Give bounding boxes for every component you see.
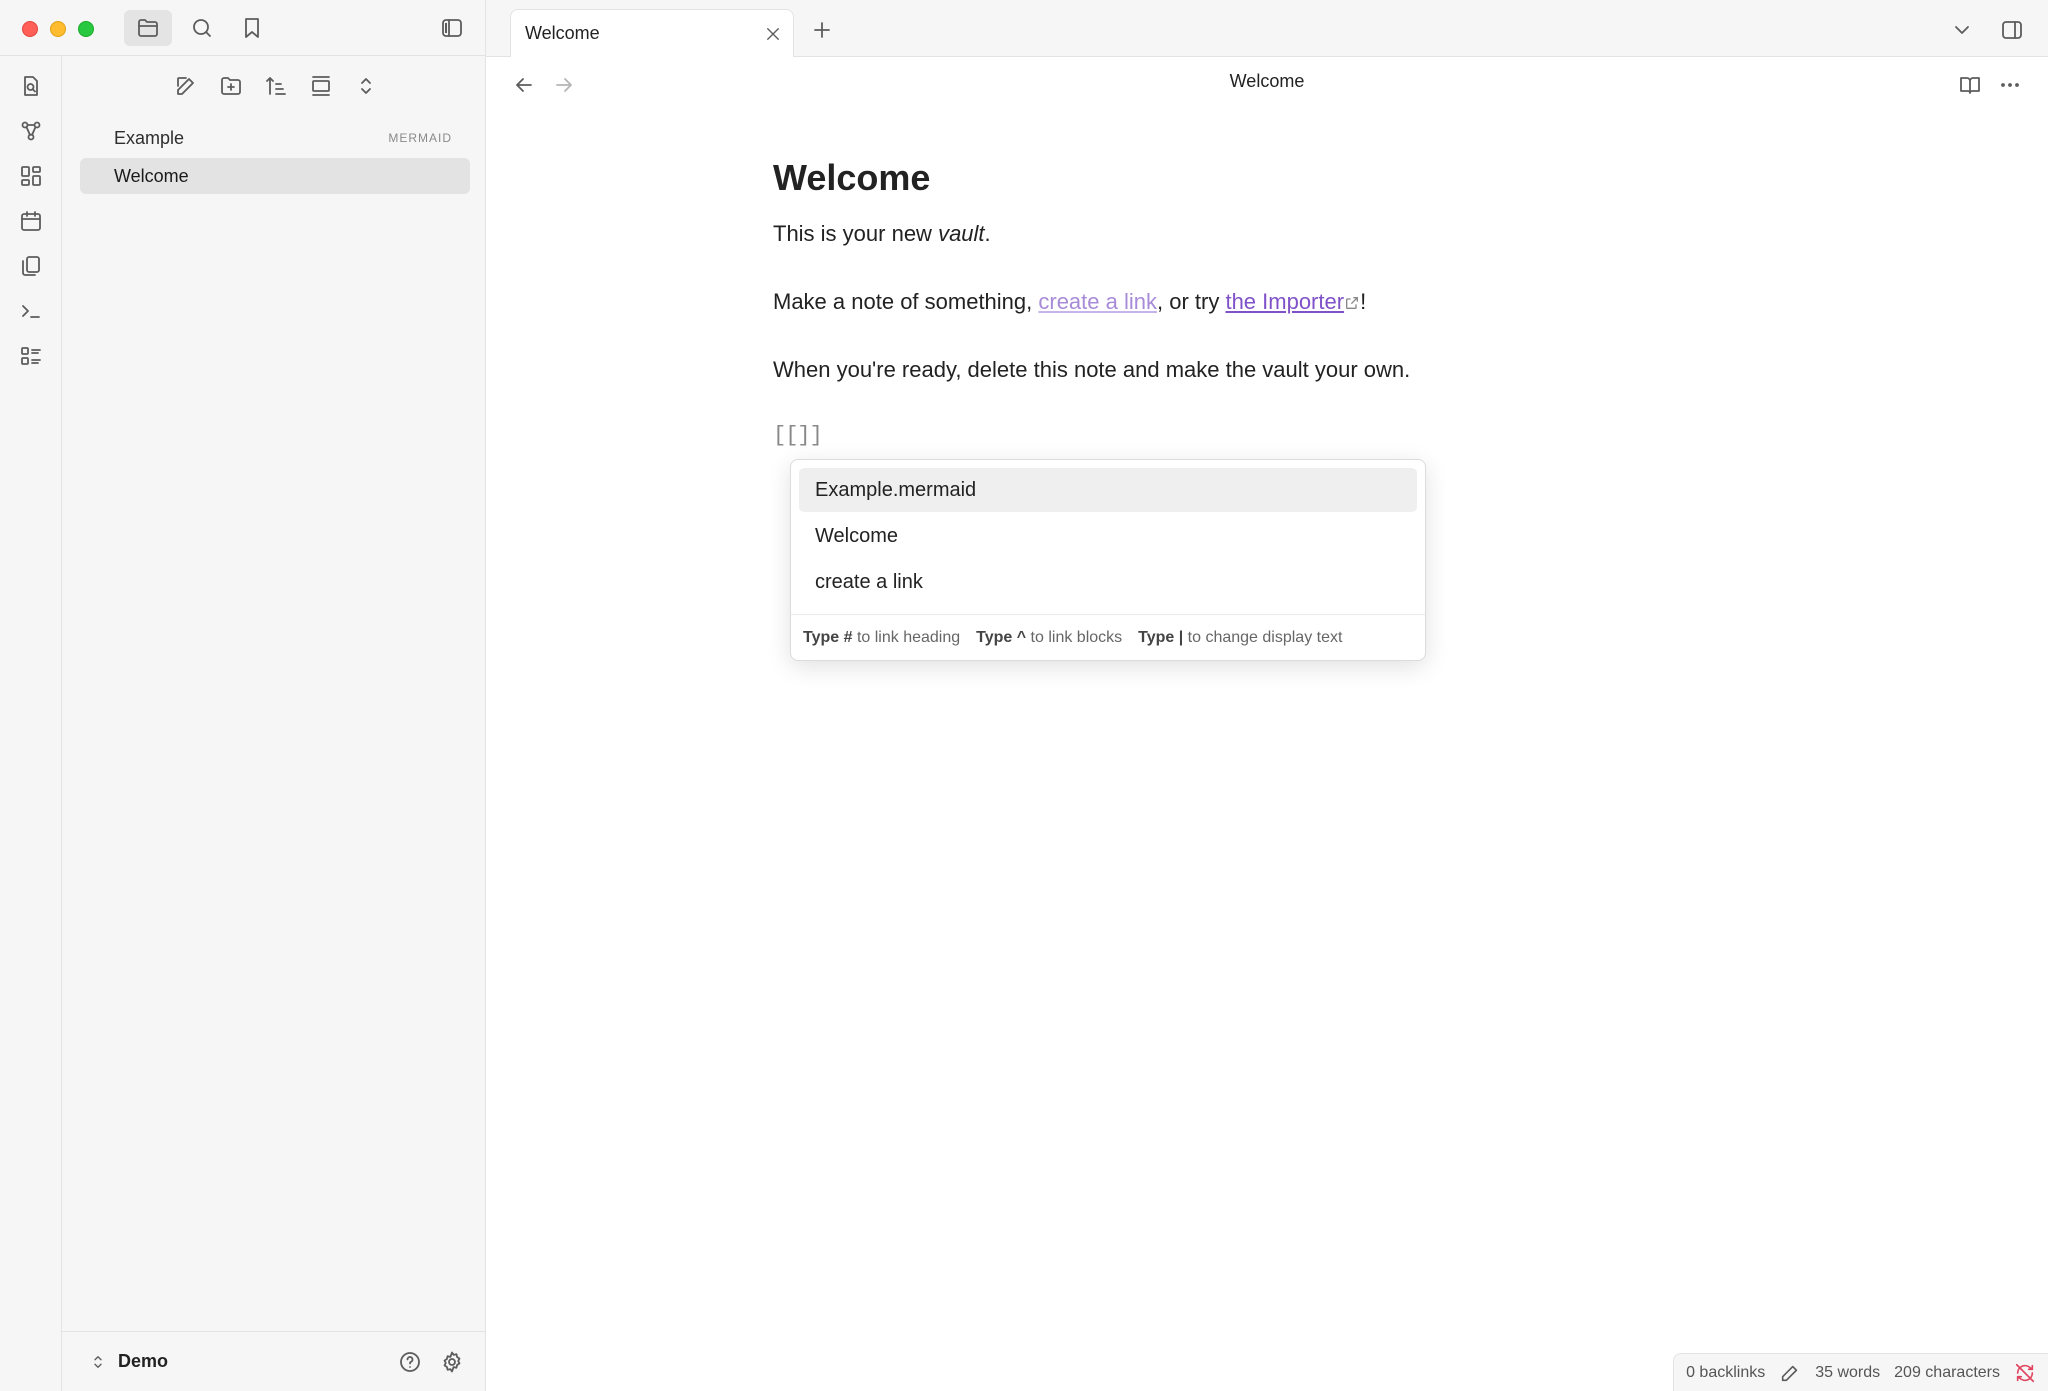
sidebar-titlebar (0, 0, 486, 56)
minimize-window-button[interactable] (50, 21, 66, 37)
sort-icon[interactable] (258, 70, 294, 102)
command-palette-icon[interactable] (15, 295, 47, 327)
vault-switcher-icon[interactable] (84, 1348, 112, 1376)
status-bar: 0 backlinks 35 words 209 characters (1673, 1353, 2048, 1391)
instruction-display-text: Type | to change display text (1138, 628, 1343, 646)
paragraph-2: Make a note of something, create a link,… (773, 289, 1367, 314)
close-window-button[interactable] (22, 21, 38, 37)
suggestion-item[interactable]: Example.mermaid (799, 468, 1417, 512)
new-note-icon[interactable] (168, 70, 204, 102)
edit-mode-pencil-icon[interactable] (1779, 1362, 1801, 1384)
link-input-brackets[interactable]: [[]] (773, 423, 1673, 448)
file-item-welcome[interactable]: Welcome (80, 158, 470, 194)
search-icon[interactable] (184, 10, 220, 46)
sidebar-toggle-icon[interactable] (434, 10, 470, 46)
expand-collapse-icon[interactable] (348, 70, 384, 102)
tab-label: Welcome (525, 23, 600, 43)
instruction-blocks: Type ^ to link blocks (976, 628, 1123, 646)
open-quick-switcher-icon[interactable] (15, 70, 47, 102)
bookmark-icon[interactable] (234, 10, 270, 46)
suggestion-instructions: Type # to link heading Type ^ to link bl… (791, 614, 1425, 660)
tab-welcome[interactable]: Welcome (510, 9, 794, 57)
graph-view-icon[interactable] (15, 115, 47, 147)
character-count: 209 characters (1894, 1363, 2000, 1381)
paragraph-3: When you're ready, delete this note and … (773, 357, 1411, 382)
note-content[interactable]: Welcome This is your new vault. Make a n… (773, 157, 1673, 448)
suggestion-item[interactable]: Welcome (799, 514, 1417, 558)
external-link-importer[interactable]: the Importer (1225, 289, 1360, 314)
tab-bar: Welcome (486, 0, 2048, 57)
sync-error-icon[interactable] (2014, 1362, 2036, 1384)
ribbon (0, 56, 62, 1391)
tab-list-chevron-down-icon[interactable] (1946, 14, 1978, 46)
templates-icon[interactable] (15, 250, 47, 282)
instruction-heading: Type # to link heading (803, 628, 961, 646)
collapse-icon[interactable] (303, 70, 339, 102)
file-type-badge: MERMAID (388, 131, 452, 145)
zoom-window-button[interactable] (78, 21, 94, 37)
file-item-label: Welcome (114, 165, 189, 186)
paragraph-1: This is your new vault. (773, 221, 991, 246)
note-heading: Welcome (773, 157, 931, 198)
more-options-icon[interactable] (1994, 69, 2026, 101)
file-item-example[interactable]: Example MERMAID (80, 120, 470, 156)
new-tab-plus-icon[interactable] (806, 14, 838, 46)
backlinks-count[interactable]: 0 backlinks (1686, 1364, 1765, 1382)
right-sidebar-toggle-icon[interactable] (1994, 12, 2030, 48)
daily-note-icon[interactable] (15, 205, 47, 237)
file-item-label: Example (114, 127, 185, 148)
internal-link-create-a-link[interactable]: create a link (1038, 289, 1157, 314)
link-suggestion-popup: Example.mermaid Welcome create a link Ty… (790, 459, 1426, 661)
suggestion-item[interactable]: create a link (799, 560, 1417, 604)
vault-switcher-bar: Demo (62, 1331, 486, 1391)
word-count: 35 words (1815, 1363, 1881, 1381)
external-link-icon (1346, 297, 1359, 310)
file-explorer: Example MERMAID Welcome Demo (62, 56, 486, 1391)
close-tab-icon[interactable] (761, 22, 785, 46)
folder-icon[interactable] (124, 10, 172, 46)
vault-name[interactable]: Demo (118, 1351, 168, 1372)
canvas-icon[interactable] (15, 160, 47, 192)
help-icon[interactable] (394, 1346, 426, 1378)
editor-pane: Welcome Welcome This is your new vault. … (486, 57, 2048, 1391)
new-folder-icon[interactable] (213, 70, 249, 102)
view-header-title[interactable]: Welcome (486, 71, 2048, 92)
settings-gear-icon[interactable] (436, 1346, 468, 1378)
outline-icon[interactable] (15, 340, 47, 372)
reading-view-book-icon[interactable] (1954, 69, 1986, 101)
